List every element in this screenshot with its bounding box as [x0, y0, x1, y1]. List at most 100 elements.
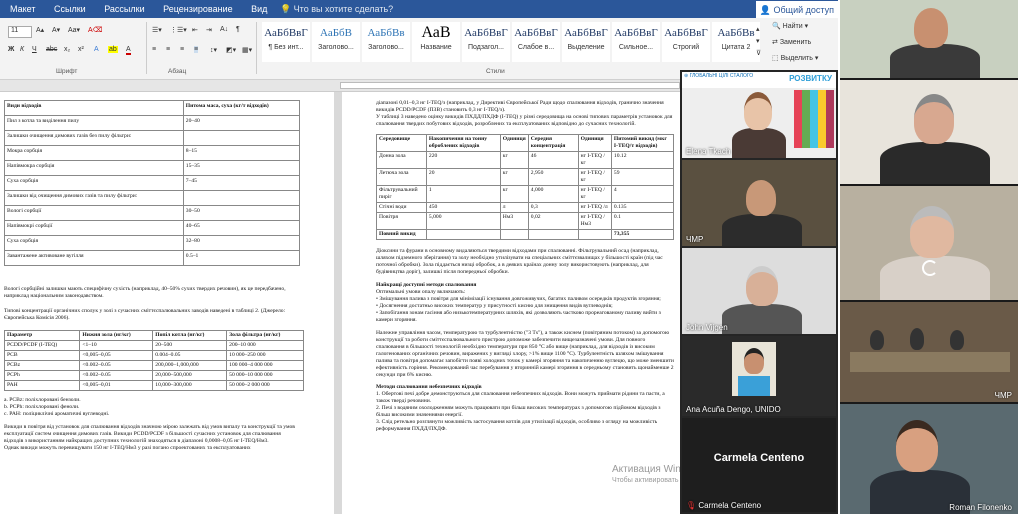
shading-icon[interactable]: ◩▾ [226, 46, 236, 54]
tab-review[interactable]: Рецензирование [163, 0, 233, 18]
select-button[interactable]: ⬚ Выделить ▾ [772, 54, 818, 62]
table-cell: PCB [3, 349, 81, 361]
table-row: Стічні води 450 л 0,3 нг I-TEQ /л 0.135 [376, 201, 675, 213]
tell-me-box[interactable]: 💡 Что вы хотите сделать? [280, 0, 393, 18]
table-cell: 46 [527, 150, 579, 169]
share-label: Общий доступ [773, 5, 834, 15]
italic-button[interactable]: К [20, 46, 24, 53]
align-left-icon[interactable]: ≡ [152, 46, 156, 53]
table-row: Донна зола 220 кг 46 нг I-TEQ /кг 10.12 [376, 150, 675, 169]
style-name: Слабое в... [517, 44, 555, 51]
share-button[interactable]: 👤 Общий доступ [755, 1, 838, 19]
replace-button[interactable]: ⇄ Заменить [772, 38, 811, 46]
highlight-icon[interactable]: ab [108, 46, 118, 53]
participant-tile-chmr[interactable]: ЧМР [682, 160, 836, 246]
grow-font-button[interactable]: A▴ [36, 26, 44, 34]
table-row: Суха сорбція 7–45 [4, 174, 301, 191]
participant-name: ЧМР [686, 235, 704, 244]
decrease-indent-icon[interactable]: ⇤ [192, 26, 198, 34]
attendee-1 [870, 330, 884, 350]
bold-button[interactable]: Ж [8, 46, 14, 53]
align-right-icon[interactable]: ≡ [180, 46, 184, 53]
bullets-icon[interactable]: ☰▾ [152, 26, 162, 34]
select-icon: ⬚ [772, 55, 779, 62]
gallery-tile-3[interactable] [840, 186, 1018, 300]
tab-references[interactable]: Ссылки [54, 0, 86, 18]
style-name: Цитата 2 [721, 44, 751, 51]
font-size-box[interactable]: 11 [8, 26, 32, 38]
table-row: Повітря 5,000 Нм3 0,02 нг I-TEQ /Нм3 0.1 [376, 211, 675, 230]
style-item[interactable]: АаБбВв Заголово... [362, 22, 410, 62]
table-cell [182, 189, 301, 206]
conference-table [850, 352, 1010, 372]
table-cell: нг I-TEQ /кг [577, 167, 612, 186]
para-kilns: 1. Обертові печі добре демонструються дл… [376, 391, 665, 405]
justify-icon[interactable]: ≡ [194, 46, 199, 53]
table-header-cell: Види відходів [4, 100, 184, 116]
style-item[interactable]: АаБбВвГ Выделение [562, 22, 610, 62]
tab-mailings[interactable]: Рассылки [104, 0, 144, 18]
text-effects-icon[interactable]: A [94, 46, 99, 53]
borders-icon[interactable]: ▦▾ [242, 46, 252, 54]
line-spacing-icon[interactable]: ↕▾ [210, 46, 217, 54]
font-color-icon[interactable]: A [126, 46, 131, 55]
tab-layout[interactable]: Макет [10, 0, 35, 18]
table-row: PAH <0,005–0,01 10,000–300,000 50 000–2 000… [3, 379, 304, 391]
style-item[interactable]: АаБбВ Заголово... [312, 22, 360, 62]
participant-tile-john[interactable]: John Vijgen [682, 248, 836, 334]
table-row: Летюча зола 20 кг 2,950 нг I-TEQ /кг 59 [376, 167, 675, 186]
ruler-track [340, 82, 680, 89]
table-header-cell: Питома маса, суха (кг/т відходів) [182, 100, 301, 116]
align-center-icon[interactable]: ≡ [166, 46, 170, 53]
superscript-button[interactable]: x² [78, 46, 84, 53]
underline-button[interactable]: Ч [32, 46, 37, 53]
table-cell [527, 228, 579, 240]
un-logo-icon: ⊕ [684, 73, 689, 79]
participant-tile-carmela[interactable]: Carmela Centeno 🎙 Carmela Centeno [682, 418, 836, 512]
gallery-tile-chmr[interactable]: ЧМР [840, 302, 1018, 402]
styles-group-label: Стили [486, 68, 505, 75]
show-marks-icon[interactable]: ¶ [236, 26, 240, 33]
table-cell: Вологі сорбції [4, 204, 184, 221]
participant-tile-ana[interactable]: Ana Acuña Dengo, UNIDO [682, 336, 836, 416]
page-right: діапазоні 0,01–0,3 нг I-TEQ/з (наприклад… [342, 92, 680, 514]
table-cell: 20–40 [182, 114, 301, 131]
numbering-icon[interactable]: ⋮☰▾ [170, 26, 187, 34]
style-item[interactable]: АаБбВвГ Слабое в... [512, 22, 560, 62]
banner-line2: ЦІЛІ СТАЛОГО [718, 73, 754, 79]
style-item[interactable]: АаВ Название [412, 22, 460, 62]
gallery-tile-2[interactable] [840, 80, 1018, 184]
tile1-torso [890, 44, 980, 78]
participant-name-text: Carmela Centeno [698, 501, 762, 510]
table-row: Залишки очищення димових газів без пилу … [4, 129, 301, 146]
style-item[interactable]: АаБбВв Цитата 2 [712, 22, 760, 62]
table-cell: 220 [425, 150, 501, 169]
table-cell: 10,000–300,000 [152, 379, 228, 391]
style-item[interactable]: АаБбВвГ Строгий [662, 22, 710, 62]
table-cell: Напівмокрі сорбції [4, 219, 184, 236]
change-case-button[interactable]: Aa▾ [68, 26, 80, 34]
table-cell: PCDD/PCDF (I-TEQ) [3, 339, 81, 351]
table-cell: Залишки очищення димових газів без пилу … [4, 129, 184, 146]
style-item[interactable]: АаБбВвГ Сильное... [612, 22, 660, 62]
zoom-gallery-right: ЧМР Roman Filonenko [840, 0, 1018, 514]
find-button[interactable]: 🔍 Найти ▾ [772, 22, 808, 30]
gallery-tile-roman[interactable]: Roman Filonenko [840, 404, 1018, 514]
subscript-button[interactable]: x₂ [64, 46, 70, 53]
style-item[interactable]: АаБбВвГ ¶ Без инт... [262, 22, 310, 62]
john-torso [722, 304, 802, 334]
chmr-face [746, 180, 776, 216]
para-dioxins: Діоксини та фурани в основному видаляють… [376, 247, 663, 275]
increase-indent-icon[interactable]: ⇥ [206, 26, 212, 34]
clear-format-icon[interactable]: A⌫ [88, 26, 103, 34]
gallery-tile-1[interactable] [840, 0, 1018, 78]
table-row: PCDD/PCDF (I-TEQ) <1–10 20–500 200–10 000 [3, 339, 304, 351]
strikethrough-button[interactable]: abc [46, 46, 57, 53]
style-item[interactable]: АаБбВвГ Подзагол... [462, 22, 510, 62]
tab-view[interactable]: Вид [251, 0, 267, 18]
participant-tile-elena[interactable]: ⊕ ГЛОБАЛЬНІ ЦІЛІ СТАЛОГО РОЗВИТКУ Elena … [682, 72, 836, 158]
zoom-participant-strip: ⊕ ГЛОБАЛЬНІ ЦІЛІ СТАЛОГО РОЗВИТКУ Elena … [680, 70, 838, 514]
styles-scroll[interactable]: ▴ ▾ ⊽ [756, 24, 761, 60]
sort-icon[interactable]: A↓ [220, 26, 228, 33]
shrink-font-button[interactable]: A▾ [52, 26, 60, 34]
